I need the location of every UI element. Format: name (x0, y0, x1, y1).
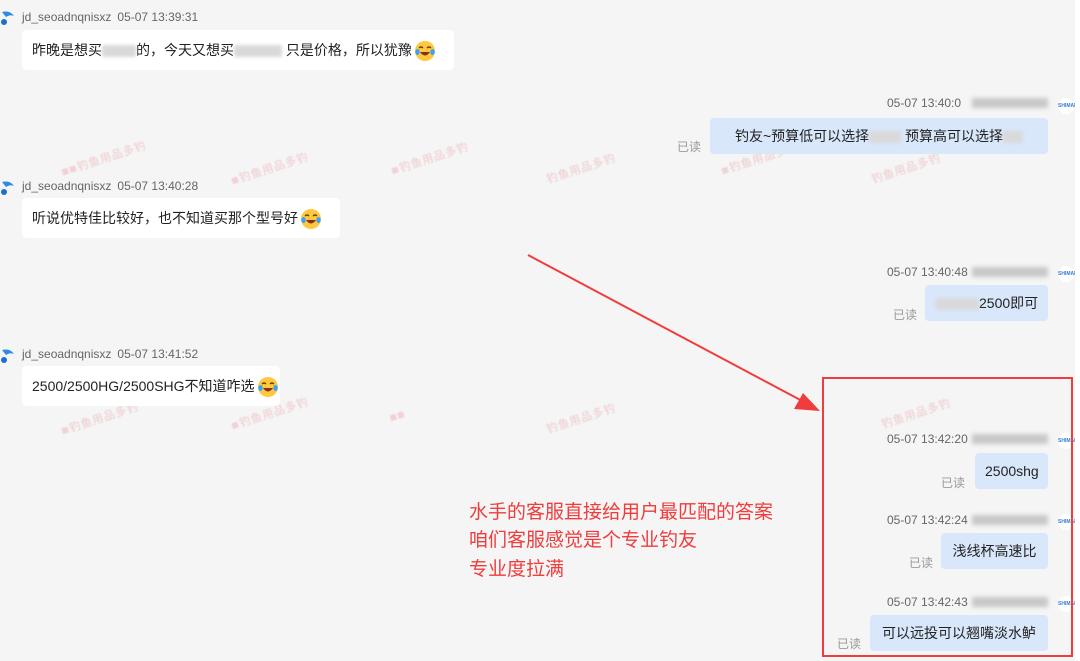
annotation-text: 水手的客服直接给用户最匹配的答案 (469, 502, 774, 523)
chat-window: 钓鱼用品多钓 钓鱼用品多钓 钓鱼用品多钓 钓鱼用品多钓 钓鱼用品多钓 钓鱼用品多… (0, 0, 1080, 661)
window-edge (1075, 0, 1080, 661)
annotation-text: 专业度拉满 (469, 559, 565, 580)
annotation-text: 咱们客服感觉是个专业钓友 (469, 530, 698, 551)
